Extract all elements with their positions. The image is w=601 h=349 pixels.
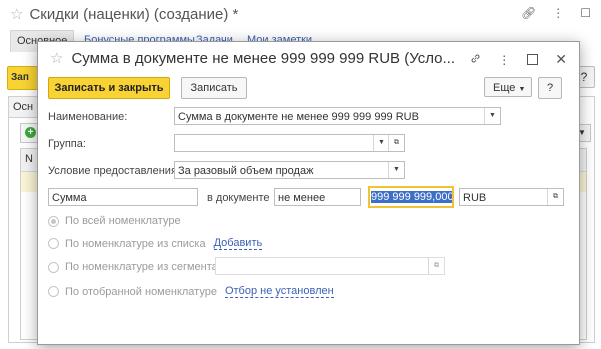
dialog-window-controls: ⋮ ✕ xyxy=(470,51,567,68)
comparison-field[interactable]: не менее xyxy=(274,188,361,206)
favorite-star-icon[interactable]: ☆ xyxy=(50,50,63,67)
chevron-down-icon[interactable]: ▼ xyxy=(373,135,389,151)
save-and-close-button[interactable]: Записать и закрыть xyxy=(48,77,170,99)
group-label: Группа: xyxy=(48,138,86,150)
link-icon[interactable]: 🔗︎ xyxy=(521,6,536,20)
parent-title-text: Скидки (наценки) (создание) * xyxy=(29,6,239,23)
radio-button-icon xyxy=(48,286,59,297)
radio-from-list[interactable]: По номенклатуре из списка Добавить xyxy=(48,237,263,250)
chevron-down-icon: ▼ xyxy=(518,86,526,93)
parent-window-controls: 🔗︎ ⋮ ☐ xyxy=(521,6,591,20)
segment-field[interactable]: ⧉ xyxy=(215,257,445,275)
radio-filtered-items[interactable]: По отобранной номенклатуре Отбор не уста… xyxy=(48,285,334,298)
condition-dialog: ☆ Сумма в документе не менее 999 999 999 … xyxy=(37,41,580,345)
chevron-down-icon[interactable]: ▼ xyxy=(484,108,500,124)
open-icon[interactable]: ⧉ xyxy=(547,189,563,205)
close-icon[interactable]: ✕ xyxy=(555,51,567,68)
group-field[interactable]: ▼ ⧉ xyxy=(174,134,405,152)
link-icon[interactable] xyxy=(470,53,481,67)
maximize-icon[interactable]: ☐ xyxy=(580,6,591,20)
parent-save-button[interactable]: Зап xyxy=(7,66,39,90)
more-menu-icon[interactable]: ⋮ xyxy=(552,6,564,20)
more-menu-icon[interactable]: ⋮ xyxy=(498,53,510,67)
radio-button-icon xyxy=(48,261,59,273)
add-items-link[interactable]: Добавить xyxy=(213,237,263,250)
dialog-title-text: Сумма в документе не менее 999 999 999 R… xyxy=(71,50,455,67)
radio-from-segment[interactable]: По номенклатуре из сегмента xyxy=(48,261,218,273)
open-icon[interactable]: ⧉ xyxy=(388,135,404,151)
kind-field[interactable]: Сумма xyxy=(48,188,198,206)
open-icon[interactable]: ⧉ xyxy=(428,258,444,274)
more-button[interactable]: Еще ▼ xyxy=(484,77,532,97)
parent-window-title: ☆ Скидки (наценки) (создание) * xyxy=(10,5,238,23)
save-button[interactable]: Записать xyxy=(181,77,247,99)
radio-button-selected-icon xyxy=(48,215,59,227)
chevron-down-icon[interactable]: ▼ xyxy=(388,162,404,178)
currency-field[interactable]: RUB ⧉ xyxy=(459,188,564,206)
name-field[interactable]: Сумма в документе не менее 999 999 999 R… xyxy=(174,107,501,125)
amount-field[interactable]: 999 999 999,000 xyxy=(368,186,454,208)
help-button[interactable]: ? xyxy=(538,77,562,99)
radio-all-items[interactable]: По всей номенклатуре xyxy=(48,215,181,227)
in-document-label: в документе xyxy=(207,192,270,204)
condition-field[interactable]: За разовый объем продаж ▼ xyxy=(174,161,405,179)
dialog-title: ☆ Сумма в документе не менее 999 999 999 … xyxy=(50,49,455,67)
add-icon: + xyxy=(25,127,36,138)
radio-button-icon xyxy=(48,238,59,249)
filter-not-set-link[interactable]: Отбор не установлен xyxy=(224,285,334,298)
condition-label: Условие предоставления: xyxy=(48,165,180,177)
favorite-star-icon[interactable]: ☆ xyxy=(10,6,23,23)
name-label: Наименование: xyxy=(48,111,128,123)
maximize-icon[interactable] xyxy=(527,54,539,65)
